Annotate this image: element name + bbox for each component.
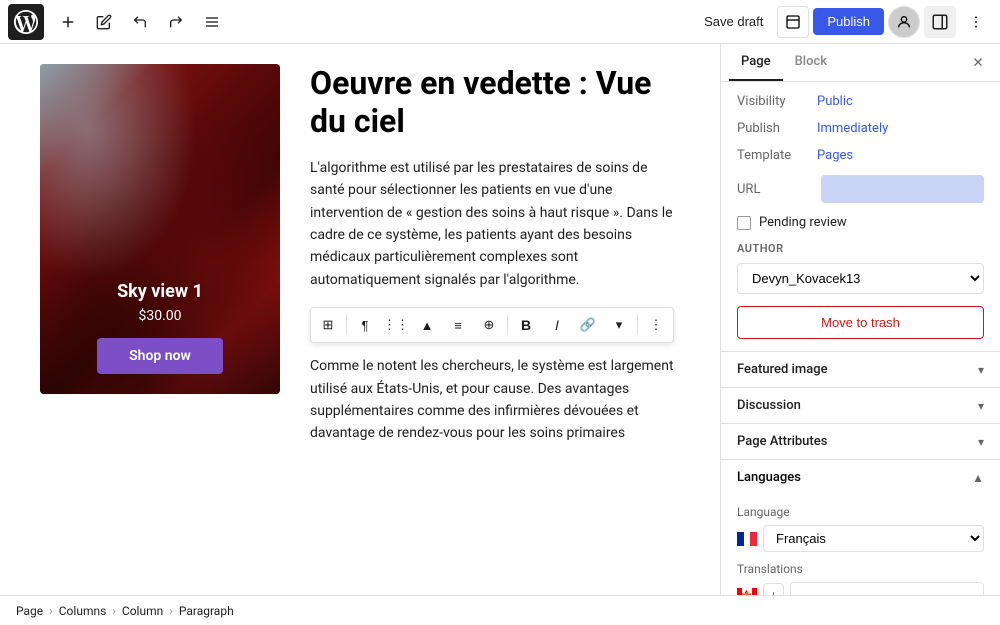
breadcrumb-item-columns[interactable]: Columns xyxy=(59,604,107,618)
discussion-accordion[interactable]: Discussion ▾ xyxy=(721,387,1000,423)
author-section-label: AUTHOR xyxy=(737,242,984,255)
translation-row-1: 🍁 + xyxy=(737,582,984,595)
discussion-label: Discussion xyxy=(737,398,801,413)
drag-handle-button[interactable]: ⋮⋮ xyxy=(381,310,411,340)
article-body-1[interactable]: L'algorithme est utilisé par les prestat… xyxy=(310,157,680,291)
add-translation-button[interactable]: + xyxy=(763,583,784,596)
add-block-button[interactable] xyxy=(52,6,84,38)
visibility-row: Visibility Public xyxy=(737,94,984,109)
tab-block[interactable]: Block xyxy=(783,44,839,81)
pencil-tool-button[interactable] xyxy=(88,6,120,38)
featured-image-accordion[interactable]: Featured image ▾ xyxy=(721,351,1000,387)
url-row: URL xyxy=(737,175,984,203)
sidebar-toggle-button[interactable] xyxy=(924,6,956,38)
url-box[interactable] xyxy=(821,175,984,203)
publish-row: Publish Immediately xyxy=(737,121,984,136)
publish-button[interactable]: Publish xyxy=(813,8,884,35)
toolbar-sep-2 xyxy=(507,315,508,335)
block-type-button[interactable]: ⊞ xyxy=(313,310,343,340)
pending-review-row: Pending review xyxy=(737,215,984,230)
article-title: Oeuvre en vedette : Vue du ciel xyxy=(310,64,680,141)
article-content: Oeuvre en vedette : Vue du ciel L'algori… xyxy=(310,64,680,461)
page-attributes-chevron: ▾ xyxy=(978,435,984,449)
link-button[interactable]: 🔗 xyxy=(573,310,603,340)
shop-now-button[interactable]: Shop now xyxy=(97,338,223,374)
move-up-button[interactable]: ▲ xyxy=(412,310,442,340)
main-toolbar: Save draft Publish xyxy=(0,0,1000,44)
url-label: URL xyxy=(737,182,817,197)
publish-value[interactable]: Immediately xyxy=(817,121,888,136)
panel-close-button[interactable]: ✕ xyxy=(964,49,992,77)
tab-page[interactable]: Page xyxy=(729,44,783,81)
panel-tabs: Page Block ✕ xyxy=(721,44,1000,82)
list-view-button[interactable] xyxy=(196,6,228,38)
visibility-label: Visibility xyxy=(737,94,817,109)
editor-area: Sky view 1 $30.00 Shop now Oeuvre en ved… xyxy=(0,44,720,595)
article-body-2[interactable]: Comme le notent les chercheurs, le systè… xyxy=(310,355,680,445)
undo-button[interactable] xyxy=(124,6,156,38)
languages-section: Languages ▲ Language Français Translatio… xyxy=(721,459,1000,595)
user-avatar[interactable] xyxy=(888,6,920,38)
breadcrumb-item-paragraph[interactable]: Paragraph xyxy=(179,604,234,618)
redo-button[interactable] xyxy=(160,6,192,38)
more-rich-text-button[interactable]: ▾ xyxy=(604,310,634,340)
languages-body: Language Français Translations 🍁 + xyxy=(721,495,1000,595)
languages-chevron-icon: ▲ xyxy=(972,471,984,485)
pending-review-checkbox[interactable] xyxy=(737,216,751,230)
pending-review-label: Pending review xyxy=(759,215,847,230)
languages-header[interactable]: Languages ▲ xyxy=(721,460,1000,495)
product-card: Sky view 1 $30.00 Shop now xyxy=(40,64,280,394)
toolbar-sep-3 xyxy=(637,315,638,335)
bold-button[interactable]: B xyxy=(511,310,541,340)
content-columns: Sky view 1 $30.00 Shop now Oeuvre en ved… xyxy=(40,64,680,461)
save-draft-button[interactable]: Save draft xyxy=(694,8,773,35)
wp-logo[interactable] xyxy=(8,4,44,40)
breadcrumb-item-column[interactable]: Column xyxy=(122,604,163,618)
language-label: Language xyxy=(737,505,984,519)
italic-button[interactable]: I xyxy=(542,310,572,340)
breadcrumb-item-page[interactable]: Page xyxy=(16,604,43,618)
move-to-trash-button[interactable]: Move to trash xyxy=(737,306,984,339)
page-attributes-label: Page Attributes xyxy=(737,434,827,449)
transform-button[interactable]: ⊕ xyxy=(474,310,504,340)
template-value[interactable]: Pages xyxy=(817,148,853,163)
more-options-button[interactable] xyxy=(960,6,992,38)
breadcrumb-sep-1: › xyxy=(49,604,53,618)
breadcrumb-sep-2: › xyxy=(112,604,116,618)
product-card-background: Sky view 1 $30.00 Shop now xyxy=(40,64,280,394)
featured-image-chevron: ▾ xyxy=(978,363,984,377)
product-overlay: Sky view 1 $30.00 Shop now xyxy=(40,261,280,394)
flag-canada-icon: 🍁 xyxy=(737,588,757,596)
discussion-chevron: ▾ xyxy=(978,399,984,413)
visibility-value[interactable]: Public xyxy=(817,94,853,109)
breadcrumb: Page › Columns › Column › Paragraph xyxy=(0,595,1000,625)
publish-label: Publish xyxy=(737,121,817,136)
block-more-button[interactable]: ⋮ xyxy=(641,310,671,340)
breadcrumb-sep-3: › xyxy=(169,604,173,618)
translations-label: Translations xyxy=(737,562,984,576)
languages-header-label: Languages xyxy=(737,470,801,485)
block-toolbar: ⊞ ¶ ⋮⋮ ▲ ≡ ⊕ B I 🔗 ▾ ⋮ xyxy=(310,307,674,343)
page-attributes-accordion[interactable]: Page Attributes ▾ xyxy=(721,423,1000,459)
featured-image-label: Featured image xyxy=(737,362,828,377)
preview-button[interactable] xyxy=(777,6,809,38)
right-panel: Page Block ✕ Visibility Public Publish I… xyxy=(720,44,1000,595)
template-row: Template Pages xyxy=(737,148,984,163)
product-price: $30.00 xyxy=(60,308,260,324)
author-select[interactable]: Devyn_Kovacek13 xyxy=(737,263,984,294)
paragraph-button[interactable]: ¶ xyxy=(350,310,380,340)
product-title: Sky view 1 xyxy=(60,281,260,302)
language-select[interactable]: Français xyxy=(763,525,984,552)
align-button[interactable]: ≡ xyxy=(443,310,473,340)
main-area: Sky view 1 $30.00 Shop now Oeuvre en ved… xyxy=(0,44,1000,595)
translation-input-1[interactable] xyxy=(790,582,984,595)
panel-body: Visibility Public Publish Immediately Te… xyxy=(721,82,1000,351)
template-label: Template xyxy=(737,148,817,163)
wp-logo-icon xyxy=(14,10,38,34)
toolbar-sep-1 xyxy=(346,315,347,335)
flag-france-icon xyxy=(737,532,757,546)
language-select-row: Français xyxy=(737,525,984,552)
